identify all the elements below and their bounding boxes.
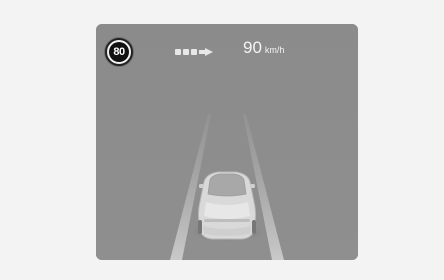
instrument-cluster-display: 80 90 km/h: [96, 24, 358, 260]
speed-limit-value: 80: [109, 42, 129, 62]
speed-limit-sign: 80: [105, 38, 133, 66]
page: 80 90 km/h: [0, 0, 444, 280]
lane-keeping-icon: [175, 48, 213, 56]
road-scene: [96, 24, 358, 260]
speed-unit: km/h: [264, 45, 285, 55]
current-speed-value: 90: [243, 38, 262, 57]
current-speed-readout: 90 km/h: [243, 38, 284, 62]
